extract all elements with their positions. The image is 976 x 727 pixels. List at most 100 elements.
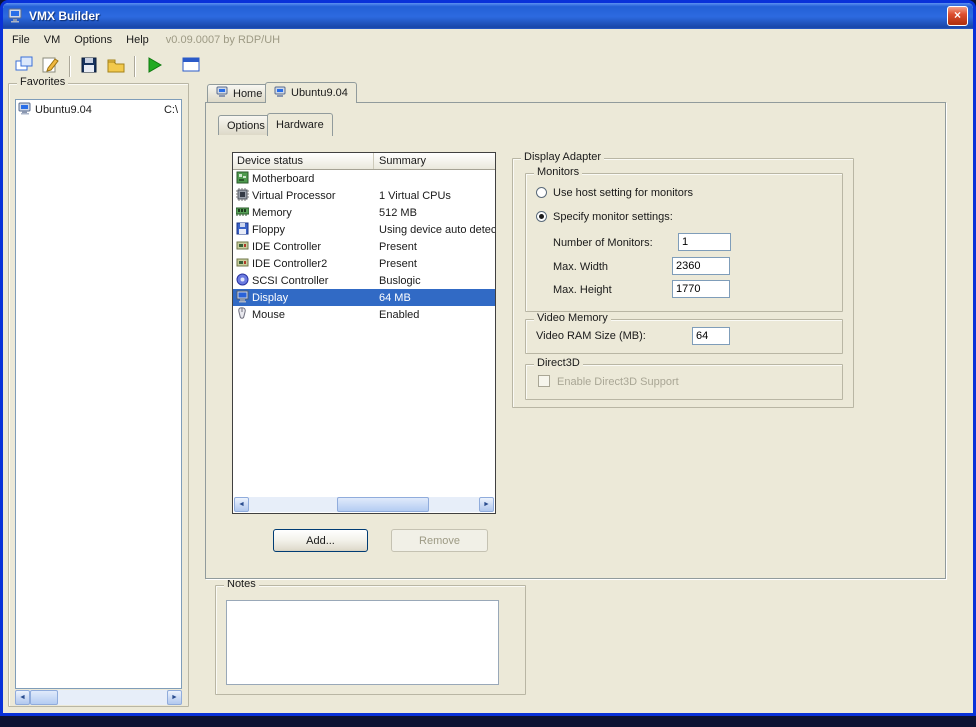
table-row[interactable]: Memory 512 MB [233, 204, 495, 221]
table-row[interactable]: Floppy Using device auto detec [233, 221, 495, 238]
menu-options[interactable]: Options [69, 32, 121, 48]
radio-use-host-label: Use host setting for monitors [553, 187, 694, 199]
favorites-horizontal-scrollbar[interactable]: ◄ ► [15, 690, 182, 705]
home-tab-icon [216, 86, 229, 101]
max-width-input[interactable] [672, 257, 730, 275]
vm-window-button[interactable] [177, 53, 204, 79]
column-header-summary[interactable]: Summary [374, 153, 495, 169]
tab-home[interactable]: Home [207, 84, 272, 102]
video-memory-label: Video Memory [534, 312, 611, 324]
device-name: IDE Controller2 [252, 257, 328, 270]
device-summary: 512 MB [379, 206, 417, 219]
tab-ubuntu904[interactable]: Ubuntu9.04 [265, 82, 357, 103]
window-title: VMX Builder [29, 9, 100, 23]
notes-textarea[interactable] [226, 600, 499, 685]
favorites-panel: Favorites Ubuntu9.04 C:\ ◄ ► [8, 76, 189, 707]
table-row[interactable]: Virtual Processor 1 Virtual CPUs [233, 187, 495, 204]
motherboard-icon [236, 171, 249, 187]
column-header-device-status[interactable]: Device status [233, 153, 374, 169]
table-row[interactable]: IDE Controller Present [233, 238, 495, 255]
radio-specify-label: Specify monitor settings: [553, 211, 673, 223]
close-button[interactable]: × [947, 6, 968, 26]
number-of-monitors-input[interactable] [678, 233, 731, 251]
table-row[interactable]: Mouse Enabled [233, 306, 495, 323]
monitors-group: Monitors Use host setting for monitors S… [525, 166, 843, 312]
run-vm-button[interactable] [140, 53, 167, 79]
video-memory-group: Video Memory Video RAM Size (MB): [525, 312, 843, 354]
device-list-header[interactable]: Device status Summary [233, 153, 495, 170]
memory-icon [235, 205, 250, 221]
remove-button[interactable]: Remove [391, 529, 488, 552]
notes-label: Notes [224, 578, 259, 590]
vm-computer-icon [18, 102, 32, 118]
direct3d-label: Direct3D [534, 357, 583, 369]
favorite-vm-name: Ubuntu9.04 [35, 103, 92, 116]
device-name: Memory [252, 206, 292, 219]
toolbar-separator [134, 55, 135, 77]
number-of-monitors-label: Number of Monitors: [553, 237, 653, 249]
device-summary: 1 Virtual CPUs [379, 189, 451, 202]
add-button[interactable]: Add... [273, 529, 368, 552]
menu-file[interactable]: File [7, 32, 39, 48]
device-name: Display [252, 291, 289, 304]
menu-bar: File VM Options Help v0.09.0007 by RDP/U… [3, 29, 973, 51]
device-summary: Using device auto detec [379, 223, 495, 236]
table-row[interactable]: Motherboard [233, 170, 495, 187]
display-adapter-label: Display Adapter [521, 151, 605, 163]
display-adapter-group: Display Adapter Monitors Use host settin… [512, 151, 854, 408]
version-text: v0.09.0007 by RDP/UH [165, 34, 281, 46]
max-height-label: Max. Height [553, 284, 612, 296]
scrollbar-thumb[interactable] [337, 497, 429, 512]
open-button[interactable] [102, 53, 129, 79]
scrollbar-thumb[interactable] [30, 690, 58, 705]
floppy-icon [236, 222, 249, 238]
enable-direct3d-label: Enable Direct3D Support [557, 376, 679, 388]
vmx-builder-window: VMX Builder × File VM Options Help v0.09… [0, 0, 976, 716]
vm-tab-icon [274, 86, 287, 101]
monitors-label: Monitors [534, 166, 583, 178]
radio-use-host-setting[interactable] [536, 187, 547, 198]
enable-direct3d-checkbox[interactable] [538, 375, 550, 387]
tab-options-label: Options [227, 119, 265, 132]
title-bar[interactable]: VMX Builder × [3, 3, 973, 29]
table-row[interactable]: SCSI Controller Buslogic [233, 272, 495, 289]
tab-home-label: Home [233, 87, 263, 100]
save-button[interactable] [75, 53, 102, 79]
scroll-left-icon[interactable]: ◄ [234, 497, 249, 512]
device-summary: Enabled [379, 308, 420, 321]
toolbar [3, 51, 973, 81]
device-name: Virtual Processor [252, 189, 336, 202]
device-name: SCSI Controller [252, 274, 329, 287]
tab-hardware[interactable]: Hardware [267, 113, 333, 136]
new-vm-icon [14, 55, 34, 78]
video-ram-size-input[interactable] [692, 327, 730, 345]
favorites-list[interactable]: Ubuntu9.04 C:\ [15, 99, 182, 689]
open-folder-icon [106, 55, 126, 78]
tab-options[interactable]: Options [218, 115, 274, 135]
device-name: Motherboard [252, 172, 315, 185]
device-name: IDE Controller [252, 240, 322, 253]
table-row-selected[interactable]: Display 64 MB [233, 289, 495, 306]
menu-help[interactable]: Help [121, 32, 158, 48]
menu-vm[interactable]: VM [39, 32, 70, 48]
ide-controller-icon [236, 256, 249, 272]
scrollbar-track[interactable] [249, 497, 479, 512]
radio-specify-settings[interactable] [536, 211, 547, 222]
device-list[interactable]: Device status Summary Motherboard Virtua… [232, 152, 496, 514]
device-name: Floppy [252, 223, 286, 236]
scroll-left-icon[interactable]: ◄ [15, 690, 30, 705]
max-width-label: Max. Width [553, 261, 609, 273]
table-row[interactable]: IDE Controller2 Present [233, 255, 495, 272]
device-summary: 64 MB [379, 291, 411, 304]
list-item[interactable]: Ubuntu9.04 C:\ [16, 100, 181, 118]
scrollbar-track[interactable] [30, 690, 167, 705]
device-summary: Buslogic [379, 274, 421, 287]
save-icon [79, 55, 99, 78]
max-height-input[interactable] [672, 280, 730, 298]
display-icon [236, 290, 249, 306]
device-list-horizontal-scrollbar[interactable]: ◄ ► [234, 497, 494, 512]
scroll-right-icon[interactable]: ► [479, 497, 494, 512]
favorite-vm-path: C:\ [163, 103, 178, 116]
favorites-label: Favorites [17, 76, 69, 88]
scroll-right-icon[interactable]: ► [167, 690, 182, 705]
